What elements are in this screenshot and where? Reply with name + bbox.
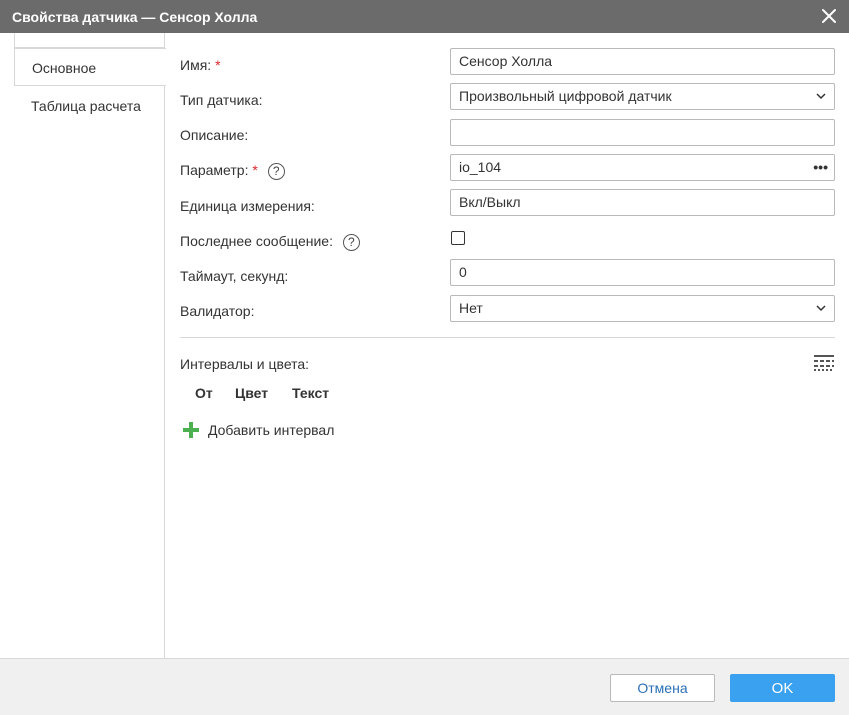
sensor-type-label: Тип датчика: — [180, 92, 263, 108]
more-options-icon[interactable]: ••• — [813, 155, 828, 180]
description-label: Описание: — [180, 127, 249, 143]
sidebar: Основное Таблица расчета — [0, 33, 166, 658]
table-grid-icon[interactable] — [813, 354, 835, 372]
parameter-required-mark: * — [252, 162, 258, 178]
last-message-label: Последнее сообщение: ? — [180, 233, 360, 251]
parameter-label-text: Параметр: — [180, 162, 249, 178]
chevron-down-icon — [816, 305, 826, 312]
name-label-text: Имя: — [180, 57, 212, 73]
validator-select[interactable]: Нет — [450, 295, 835, 322]
timeout-input-value: 0 — [459, 264, 467, 280]
dialog-title: Свойства датчика — Сенсор Холла — [12, 9, 258, 25]
dialog-titlebar: Свойства датчика — Сенсор Холла — [0, 0, 849, 33]
validator-label: Валидатор: — [180, 303, 255, 319]
parameter-input[interactable]: io_104 ••• — [450, 154, 835, 181]
parameter-label: Параметр: * ? — [180, 162, 285, 180]
sensor-type-value: Произвольный цифровой датчик — [459, 88, 672, 104]
intervals-title: Интервалы и цвета: — [180, 356, 310, 372]
name-input-value: Сенсор Холла — [459, 53, 553, 69]
add-interval-label: Добавить интервал — [208, 422, 335, 438]
tab-calculation-table[interactable]: Таблица расчета — [14, 86, 166, 124]
cancel-button[interactable]: Отмена — [610, 674, 715, 702]
timeout-input[interactable]: 0 — [450, 259, 835, 286]
column-header-text: Текст — [292, 385, 330, 401]
sidebar-top-strip — [14, 33, 165, 48]
last-message-label-text: Последнее сообщение: — [180, 233, 333, 249]
parameter-input-value: io_104 — [459, 159, 502, 175]
plus-icon — [183, 422, 199, 438]
column-header-from: От — [195, 385, 213, 401]
name-label: Имя: * — [180, 57, 221, 73]
tab-general[interactable]: Основное — [14, 48, 166, 86]
name-input[interactable]: Сенсор Холла — [450, 48, 835, 75]
sensor-type-select[interactable]: Произвольный цифровой датчик — [450, 83, 835, 110]
unit-input-value: Вкл/Выкл — [459, 194, 521, 210]
ok-button[interactable]: OK — [730, 674, 835, 702]
validator-value: Нет — [459, 300, 483, 316]
section-divider — [180, 337, 835, 338]
last-message-checkbox[interactable] — [451, 231, 465, 245]
column-header-color: Цвет — [235, 385, 269, 401]
description-input[interactable] — [450, 119, 835, 146]
unit-input[interactable]: Вкл/Выкл — [450, 189, 835, 216]
timeout-label: Таймаут, секунд: — [180, 268, 289, 284]
dialog-footer: Отмена OK — [0, 658, 849, 715]
parameter-help-icon[interactable]: ? — [267, 162, 285, 180]
name-required-mark: * — [215, 57, 221, 73]
close-icon[interactable] — [821, 8, 837, 24]
unit-label: Единица измерения: — [180, 198, 315, 214]
last-message-help-icon[interactable]: ? — [342, 233, 360, 251]
chevron-down-icon — [816, 93, 826, 100]
